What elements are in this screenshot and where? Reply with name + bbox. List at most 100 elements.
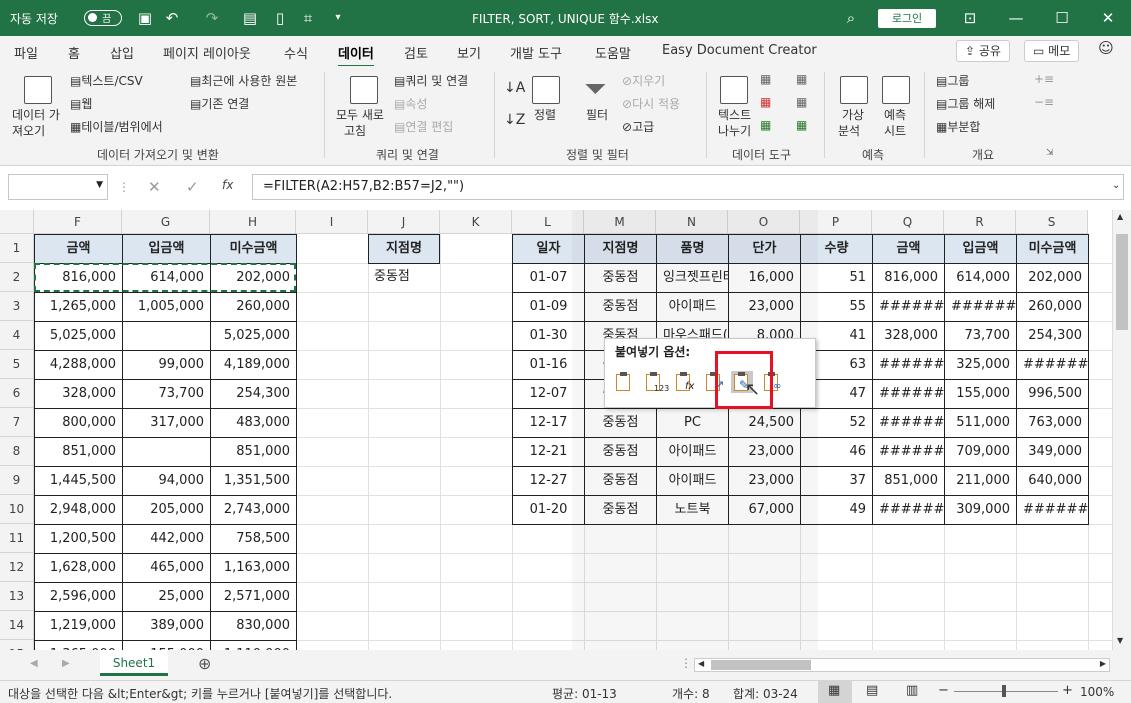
table-cell[interactable]: 851,000 [34,437,123,467]
dialog-launcher-icon[interactable]: ⇲ [1046,148,1054,158]
table-cell[interactable]: 1,628,000 [34,553,123,583]
scroll-thumb[interactable] [1116,234,1128,330]
sort-asc-icon[interactable]: ↓A [504,80,525,96]
flash-fill-icon[interactable]: ▦ [760,72,771,86]
row-header[interactable]: 11 [0,524,34,553]
row-header[interactable]: 14 [0,611,34,640]
queries-connections-button[interactable]: ▤쿼리 및 연결 [394,72,468,89]
save-icon[interactable]: ▣ [135,8,155,28]
zoom-out-icon[interactable]: − [938,683,949,698]
scroll-right-icon[interactable]: ▶ [1100,659,1106,668]
scroll-left-icon[interactable]: ◀ [698,659,704,668]
column-header[interactable]: P [800,210,872,234]
advanced-button[interactable]: ⊘고급 [622,118,654,135]
page-break-view-icon[interactable]: ▥ [906,683,918,698]
expand-formula-icon[interactable]: ⌄ [1112,180,1120,191]
row-header[interactable]: 9 [0,466,34,495]
result-cell[interactable]: ###### [872,292,945,322]
table-cell[interactable]: 442,000 [122,524,211,554]
table-cell[interactable]: 2,743,000 [210,495,297,525]
smiley-feedback-icon[interactable]: ☺ [1096,38,1116,58]
new-file-icon[interactable]: ▤ [240,8,260,28]
result-cell[interactable]: 996,500 [1016,379,1089,409]
text-to-columns-button[interactable]: 텍스트 [718,106,751,123]
row-header[interactable]: 15 [0,640,34,650]
result-cell[interactable]: 아이패드 [656,292,729,322]
hide-detail-icon[interactable]: −≡ [1034,95,1054,109]
row-header[interactable]: 7 [0,408,34,437]
memo-button[interactable]: ▭ 메모 [1024,40,1080,62]
result-cell[interactable]: 12-17 [512,408,585,438]
formula-input[interactable]: =FILTER(A2:H57,B2:B57=J2,"") [252,174,1124,200]
criteria-header-cell[interactable]: 지점명 [368,234,440,264]
result-cell[interactable]: 511,000 [944,408,1017,438]
row-header[interactable]: 10 [0,495,34,524]
refresh-all-button[interactable]: 모두 새로 [336,106,384,123]
tab-formulas[interactable]: 수식 [284,43,308,62]
row-header[interactable]: 5 [0,350,34,379]
paste-icon[interactable] [613,371,635,393]
tab-help[interactable]: 도움말 [595,43,631,62]
column-header[interactable]: N [656,210,728,234]
table-header-cell[interactable]: 미수금액 [210,234,297,264]
result-header-cell[interactable]: 일자 [512,234,585,264]
ribbon-display-icon[interactable]: ⊡ [960,8,980,28]
result-cell[interactable]: 260,000 [1016,292,1089,322]
share-button[interactable]: ⇪ 공유 [956,40,1010,62]
search-icon[interactable]: ⌕ [841,8,861,28]
result-cell[interactable]: 709,000 [944,437,1017,467]
login-button[interactable]: 로그인 [878,9,936,28]
web-button[interactable]: ▤웹 [70,95,92,112]
result-cell[interactable]: 851,000 [872,466,945,496]
result-header-cell[interactable]: 지점명 [584,234,657,264]
redo-icon[interactable]: ↷ [202,8,222,28]
table-cell[interactable]: 317,000 [122,408,211,438]
table-cell[interactable]: 205,000 [122,495,211,525]
enter-icon[interactable]: ✓ [186,178,199,196]
criteria-value-cell[interactable]: 중동점 [368,263,440,293]
text-csv-button[interactable]: ▤텍스트/CSV [70,72,143,89]
table-cell[interactable]: 254,300 [210,379,297,409]
data-model-icon[interactable]: ▦ [796,118,807,132]
result-header-cell[interactable]: 단가 [728,234,801,264]
filter-button[interactable]: 필터 [586,106,608,123]
result-header-cell[interactable]: 수량 [800,234,873,264]
paste-values-icon[interactable]: 123 [643,371,669,393]
table-cell[interactable]: 389,000 [122,611,211,641]
result-cell[interactable]: 614,000 [944,263,1017,293]
subtotal-button[interactable]: ▦부분합 [936,118,980,135]
table-cell[interactable]: 851,000 [210,437,297,467]
table-cell[interactable] [122,321,211,351]
table-cell[interactable]: 1,163,000 [210,553,297,583]
name-box[interactable]: ▼ [8,174,108,200]
clear-button[interactable]: ⊘지우기 [622,72,665,89]
existing-connections-button[interactable]: ▤기존 연결 [190,95,249,112]
result-cell[interactable]: ###### [872,379,945,409]
column-header[interactable]: L [512,210,584,234]
table-cell[interactable]: 25,000 [122,582,211,612]
sort-button[interactable]: 정렬 [534,106,556,123]
table-cell[interactable]: 4,189,000 [210,350,297,380]
reapply-button[interactable]: ⊘다시 적용 [622,95,680,112]
table-cell[interactable]: 1,110,000 [210,640,297,650]
result-cell[interactable]: 55 [800,292,873,322]
result-cell[interactable]: ###### [872,495,945,525]
properties-button[interactable]: ▤속성 [394,95,427,112]
normal-view-button[interactable]: ▦ [818,681,852,703]
table-cell[interactable]: 2,948,000 [34,495,123,525]
result-cell[interactable]: 아이패드 [656,466,729,496]
zoom-slider-thumb[interactable] [1002,685,1006,697]
tab-developer[interactable]: 개발 도구 [510,43,562,62]
open-file-icon[interactable]: ▯ [270,8,290,28]
remove-duplicates-icon[interactable]: ▦ [760,95,771,109]
table-cell[interactable]: 99,000 [122,350,211,380]
result-cell[interactable]: 328,000 [872,321,945,351]
result-cell[interactable]: 23,000 [728,292,801,322]
column-header[interactable]: G [122,210,210,234]
h-scroll-thumb[interactable] [711,660,811,670]
table-cell[interactable]: 483,000 [210,408,297,438]
close-icon[interactable]: ✕ [1098,8,1118,28]
result-cell[interactable]: 46 [800,437,873,467]
result-cell[interactable]: 309,000 [944,495,1017,525]
result-header-cell[interactable]: 금액 [872,234,945,264]
